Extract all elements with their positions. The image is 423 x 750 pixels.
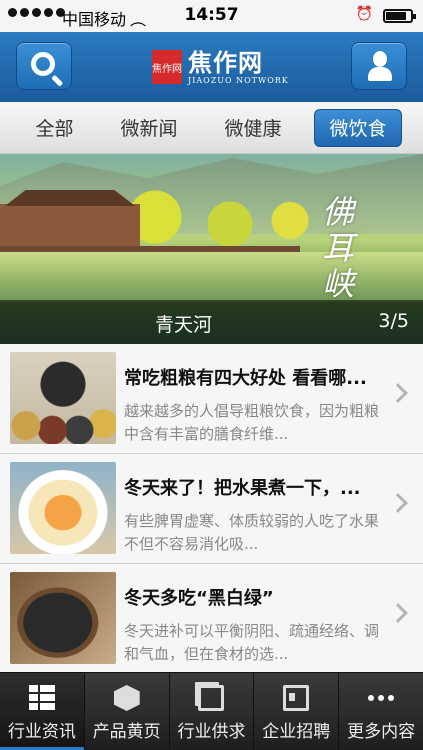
article-title: 冬天多吃“黑白绿” bbox=[124, 588, 274, 609]
nav-more[interactable]: 更多内容 bbox=[339, 673, 423, 750]
status-bar: 中国移动 ︵ 14:57 ⏰ bbox=[0, 0, 423, 32]
list-icon bbox=[28, 685, 55, 711]
search-icon bbox=[31, 52, 55, 76]
article-title: 冬天来了！把水果煮一下，... bbox=[124, 478, 361, 499]
article-list: 常吃粗粮有四大好处 看看哪... 越来越多的人倡导粗粮饮食，因为粗粮中含有丰富的… bbox=[0, 344, 423, 674]
article-title: 常吃粗粮有四大好处 看看哪... bbox=[124, 368, 367, 389]
nav-label: 产品黄页 bbox=[92, 722, 161, 742]
app-header: 焦作网 焦作网 JIAOZUO NOTWORK bbox=[0, 32, 423, 102]
list-item[interactable]: 冬天多吃“黑白绿” 冬天进补可以平衡阴阳、疏通经络、调和气血，但在食材的选... bbox=[0, 564, 423, 674]
banner-counter: 3/5 bbox=[378, 310, 409, 332]
bottom-nav: 行业资讯 产品黄页 行业供求 企业招聘 更多内容 bbox=[0, 672, 423, 750]
article-summary: 冬天进补可以平衡阴阳、疏通经络、调和气血，但在食材的选... bbox=[124, 622, 380, 663]
banner-caption-bar: 青天河 3/5 bbox=[0, 300, 423, 344]
banner-decorative-text bbox=[373, 162, 417, 292]
article-summary: 越来越多的人倡导粗粮饮食，因为粗粮中含有丰富的膳食纤维... bbox=[124, 402, 380, 443]
search-button[interactable] bbox=[16, 42, 72, 90]
nav-recruitment[interactable]: 企业招聘 bbox=[254, 673, 340, 750]
tab-food[interactable]: 微饮食 bbox=[314, 108, 402, 147]
user-icon bbox=[368, 51, 392, 83]
banner-calligraphy: 佛耳峡 bbox=[322, 193, 355, 303]
layers-icon bbox=[198, 685, 225, 711]
more-icon bbox=[368, 685, 395, 711]
banner-carousel[interactable]: 佛耳峡 青天河 3/5 bbox=[0, 154, 423, 344]
nav-label: 企业招聘 bbox=[262, 722, 331, 742]
nav-product-directory[interactable]: 产品黄页 bbox=[85, 673, 170, 750]
battery-icon bbox=[383, 9, 416, 23]
article-thumbnail bbox=[10, 572, 116, 664]
tab-all[interactable]: 全部 bbox=[21, 109, 87, 147]
article-thumbnail bbox=[10, 352, 116, 444]
nav-label: 更多内容 bbox=[347, 722, 416, 742]
tab-news[interactable]: 微新闻 bbox=[106, 109, 191, 147]
id-card-icon bbox=[283, 685, 310, 711]
box-icon bbox=[113, 685, 140, 711]
article-thumbnail bbox=[10, 462, 116, 554]
article-summary: 有些脾胃虚寒、体质较弱的人吃了水果不但不容易消化吸... bbox=[124, 512, 380, 553]
app-logo: 焦作网 焦作网 JIAOZUO NOTWORK bbox=[152, 46, 289, 88]
alarm-icon: ⏰ bbox=[355, 6, 373, 22]
nav-industry-news[interactable]: 行业资讯 bbox=[0, 673, 85, 750]
banner-caption: 青天河 bbox=[155, 314, 213, 336]
user-button[interactable] bbox=[351, 42, 407, 90]
nav-label: 行业供求 bbox=[177, 722, 246, 742]
nav-supply-demand[interactable]: 行业供求 bbox=[170, 673, 255, 750]
logo-mark: 焦作网 bbox=[152, 50, 182, 84]
list-item[interactable]: 常吃粗粮有四大好处 看看哪... 越来越多的人倡导粗粮饮食，因为粗粮中含有丰富的… bbox=[0, 344, 423, 454]
logo-title: 焦作网 bbox=[188, 48, 263, 77]
list-item[interactable]: 冬天来了！把水果煮一下，... 有些脾胃虚寒、体质较弱的人吃了水果不但不容易消化… bbox=[0, 454, 423, 564]
nav-label: 行业资讯 bbox=[7, 722, 76, 742]
logo-subtitle: JIAOZUO NOTWORK bbox=[188, 75, 289, 85]
tab-health[interactable]: 微健康 bbox=[210, 109, 295, 147]
category-tabs: 全部 微新闻 微健康 微饮食 bbox=[0, 102, 423, 154]
